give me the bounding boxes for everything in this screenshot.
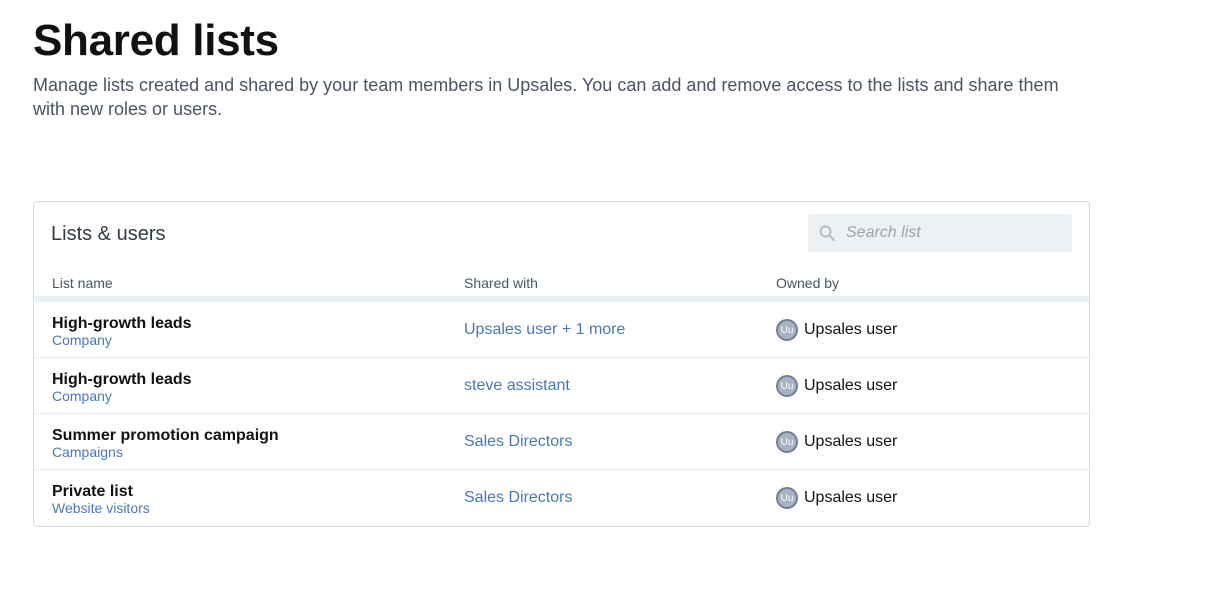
list-type: Website visitors [52, 500, 150, 516]
table-row[interactable]: Private list Website visitors Sales Dire… [34, 470, 1089, 526]
page-title: Shared lists [33, 16, 279, 65]
avatar: Uu [776, 319, 798, 341]
list-type: Company [52, 332, 112, 348]
owner-name: Upsales user [804, 321, 898, 338]
avatar: Uu [776, 431, 798, 453]
owner: Uu Upsales user [776, 375, 897, 397]
list-type: Company [52, 388, 112, 404]
list-type: Campaigns [52, 444, 123, 460]
list-name: High-growth leads [52, 315, 192, 332]
shared-with-link[interactable]: Sales Directors [464, 489, 572, 507]
table-row[interactable]: Summer promotion campaign Campaigns Sale… [34, 414, 1089, 470]
search-box[interactable] [808, 214, 1072, 252]
column-header-shared-with[interactable]: Shared with [464, 275, 538, 291]
shared-with-link[interactable]: Upsales user + 1 more [464, 321, 625, 339]
owner-name: Upsales user [804, 377, 898, 394]
shared-with-link[interactable]: Sales Directors [464, 433, 572, 451]
table-row[interactable]: High-growth leads Company steve assistan… [34, 358, 1089, 414]
owner: Uu Upsales user [776, 487, 897, 509]
shared-with-link[interactable]: steve assistant [464, 377, 570, 395]
search-input[interactable] [846, 214, 1066, 252]
column-header-list-name[interactable]: List name [52, 275, 113, 291]
owner-name: Upsales user [804, 489, 898, 506]
list-name: Private list [52, 483, 133, 500]
owner: Uu Upsales user [776, 319, 897, 341]
card-title: Lists & users [51, 223, 166, 245]
avatar: Uu [776, 375, 798, 397]
list-name: Summer promotion campaign [52, 427, 279, 444]
search-icon [819, 225, 836, 242]
list-name: High-growth leads [52, 371, 192, 388]
owner: Uu Upsales user [776, 431, 897, 453]
page-description: Manage lists created and shared by your … [33, 75, 1059, 119]
lists-users-card: Lists & users List name Shared with Owne… [33, 201, 1090, 527]
owner-name: Upsales user [804, 433, 898, 450]
avatar: Uu [776, 487, 798, 509]
column-header-owned-by[interactable]: Owned by [776, 275, 839, 291]
table-row[interactable]: High-growth leads Company Upsales user +… [34, 302, 1089, 358]
